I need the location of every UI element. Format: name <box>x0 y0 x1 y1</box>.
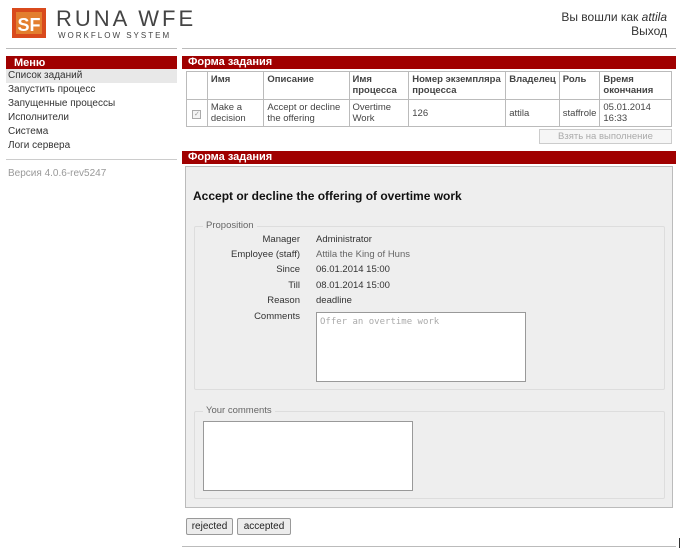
brand-title: RUNA WFE <box>56 6 197 31</box>
take-task-button[interactable]: Взять на выполнение <box>539 129 672 144</box>
your-comments-textarea[interactable] <box>203 421 413 491</box>
col-instance-number: Номер экземпляра процесса <box>408 71 507 100</box>
form-heading: Accept or decline the offering of overti… <box>193 189 462 203</box>
proposition-comments-textarea[interactable]: Offer an overtime work <box>316 312 526 382</box>
footer-divider <box>182 546 676 547</box>
brand-subtitle: WORKFLOW SYSTEM <box>58 31 172 40</box>
sidebar-item-server-logs[interactable]: Логи сервера <box>6 139 177 153</box>
your-comments-legend: Your comments <box>203 405 275 416</box>
rejected-button[interactable]: rejected <box>186 518 233 535</box>
sidebar-item-executors[interactable]: Исполнители <box>6 111 177 125</box>
cell-name[interactable]: Make a decision <box>206 99 265 127</box>
field-label: Employee (staff) <box>231 249 300 260</box>
col-role: Роль <box>558 71 601 100</box>
table-header-row: Имя Описание Имя процесса Номер экземпля… <box>186 71 672 100</box>
logged-in-prefix: Вы вошли как <box>561 10 642 24</box>
row-checkbox-cell[interactable]: ✓ <box>186 99 208 127</box>
logo-mark-text: SF <box>17 15 40 35</box>
cell-description: Accept or decline the offering <box>263 99 350 127</box>
col-description: Описание <box>263 71 350 100</box>
field-value: Administrator <box>316 234 372 245</box>
field-value: 08.01.2014 15:00 <box>316 280 390 291</box>
cell-role: staffrole <box>558 99 601 127</box>
col-process-name: Имя процесса <box>348 71 410 100</box>
sidebar-item-start-process[interactable]: Запустить процесс <box>6 83 177 97</box>
field-label: Till <box>288 280 300 291</box>
field-label: Since <box>276 264 300 275</box>
runa-logo-icon: SF <box>8 4 50 42</box>
header-divider-right <box>182 48 676 49</box>
sidebar: Меню Список заданий Запустить процесс За… <box>6 56 177 187</box>
text-cursor-mark <box>679 538 680 548</box>
version-label: Версия 4.0.6-rev5247 <box>8 168 107 179</box>
sidebar-item-system[interactable]: Система <box>6 125 177 139</box>
field-value: deadline <box>316 295 352 306</box>
cell-owner: attila <box>505 99 560 127</box>
task-section-title: Форма задания <box>182 56 676 69</box>
task-form-panel: Accept or decline the offering of overti… <box>185 166 673 508</box>
user-info: Вы вошли как attila Выход <box>561 10 667 38</box>
field-label: Reason <box>267 295 300 306</box>
tasks-table: Имя Описание Имя процесса Номер экземпля… <box>186 71 672 127</box>
form-section-title: Форма задания <box>182 151 676 164</box>
cell-process: Overtime Work <box>348 99 410 127</box>
row-checkbox[interactable]: ✓ <box>192 109 202 119</box>
cell-instance: 126 <box>408 99 507 127</box>
field-value: 06.01.2014 15:00 <box>316 264 390 275</box>
col-name: Имя <box>206 71 265 100</box>
cell-deadline: 05.01.2014 16:33 <box>599 99 672 127</box>
field-label: Manager <box>262 234 301 245</box>
current-user: attila <box>641 10 667 24</box>
sidebar-item-running-processes[interactable]: Запущенные процессы <box>6 97 177 111</box>
col-owner: Владелец <box>505 71 560 100</box>
table-row[interactable]: ✓ Make a decision Accept or decline the … <box>186 99 672 127</box>
sidebar-item-task-list[interactable]: Список заданий <box>6 69 177 83</box>
accepted-button[interactable]: accepted <box>237 518 291 535</box>
app-logo: SF RUNA WFE WORKFLOW SYSTEM <box>8 4 193 44</box>
field-value: Attila the King of Huns <box>316 249 410 260</box>
sidebar-title: Меню <box>6 56 177 69</box>
proposition-legend: Proposition <box>203 220 257 231</box>
col-deadline: Время окончания <box>599 71 672 100</box>
header-divider-left <box>6 48 177 49</box>
proposition-fieldset: Proposition Manager Administrator Employ… <box>194 220 665 390</box>
field-label: Comments <box>254 311 300 322</box>
logout-link[interactable]: Выход <box>561 24 667 38</box>
col-select <box>186 71 208 100</box>
your-comments-fieldset: Your comments <box>194 405 665 499</box>
